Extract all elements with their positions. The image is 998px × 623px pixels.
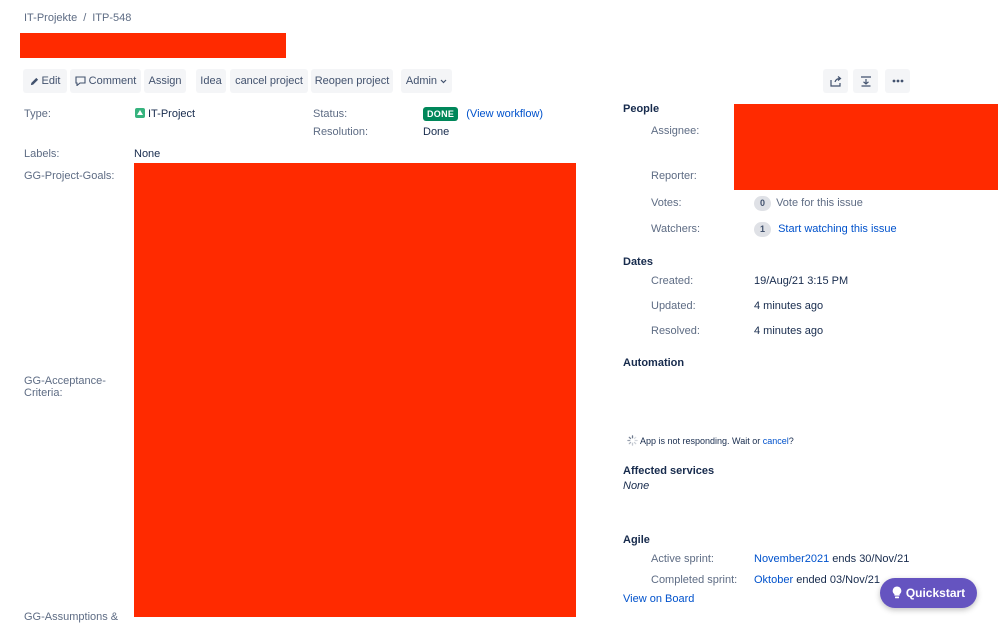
more-actions-button[interactable] bbox=[885, 69, 910, 93]
active-sprint-end: ends 30/Nov/21 bbox=[832, 553, 910, 565]
type-value: IT-Project bbox=[135, 108, 195, 120]
spinner-icon bbox=[627, 435, 638, 448]
votes-value: 0 Vote for this issue bbox=[754, 196, 863, 211]
idea-button[interactable]: Idea bbox=[196, 69, 226, 93]
share-button[interactable] bbox=[823, 69, 848, 93]
breadcrumb-project-link[interactable]: IT-Projekte bbox=[24, 12, 77, 24]
completed-sprint-link[interactable]: Oktober bbox=[754, 574, 793, 586]
acceptance-criteria-line1: GG-Acceptance- bbox=[24, 375, 106, 387]
type-value-text: IT-Project bbox=[148, 108, 196, 120]
quickstart-label: Quickstart bbox=[905, 586, 966, 600]
comment-label: Comment bbox=[88, 75, 137, 87]
breadcrumb-issue-link[interactable]: ITP-548 bbox=[92, 12, 131, 24]
vote-text: Vote for this issue bbox=[776, 197, 863, 209]
view-workflow-link[interactable]: (View workflow) bbox=[466, 108, 543, 120]
chevron-down-icon bbox=[440, 75, 447, 87]
redacted-custom-fields bbox=[134, 163, 576, 617]
labels-value: None bbox=[134, 148, 161, 160]
comment-button[interactable]: Comment bbox=[70, 69, 141, 93]
completed-sprint-end: ended 03/Nov/21 bbox=[796, 574, 880, 586]
redacted-issue-title bbox=[20, 33, 286, 58]
created-label: Created: bbox=[651, 275, 694, 287]
lightbulb-icon bbox=[892, 580, 902, 610]
affected-services-heading: Affected services bbox=[623, 465, 715, 477]
votes-label: Votes: bbox=[651, 197, 682, 209]
assignee-label: Assignee: bbox=[651, 125, 700, 137]
edit-button[interactable]: Edit bbox=[23, 69, 67, 93]
watchers-count-badge: 1 bbox=[754, 222, 771, 237]
labels-label: Labels: bbox=[24, 148, 60, 160]
votes-count-badge: 0 bbox=[754, 196, 771, 211]
quickstart-button[interactable]: Quickstart bbox=[880, 578, 977, 608]
admin-dropdown[interactable]: Admin bbox=[401, 69, 452, 93]
watchers-label: Watchers: bbox=[651, 223, 701, 235]
cancel-project-button[interactable]: cancel project bbox=[230, 69, 308, 93]
resolved-value: 4 minutes ago bbox=[754, 325, 824, 337]
created-value: 19/Aug/21 3:15 PM bbox=[754, 275, 849, 287]
agile-heading: Agile bbox=[623, 534, 650, 546]
admin-label: Admin bbox=[405, 75, 438, 87]
breadcrumb: IT-Projekte / ITP-548 bbox=[24, 12, 131, 24]
type-label: Type: bbox=[24, 108, 51, 120]
breadcrumb-separator: / bbox=[83, 12, 87, 24]
more-icon bbox=[892, 75, 904, 87]
active-sprint-link[interactable]: November2021 bbox=[754, 553, 829, 565]
resolution-value: Done bbox=[423, 126, 450, 138]
automation-suffix: ? bbox=[788, 436, 794, 446]
start-watching-link[interactable]: Start watching this issue bbox=[778, 223, 897, 235]
pencil-icon bbox=[30, 69, 39, 93]
automation-cancel-link[interactable]: cancel bbox=[763, 436, 789, 446]
assumptions-label: GG-Assumptions & bbox=[24, 611, 119, 623]
status-label: Status: bbox=[313, 108, 348, 120]
completed-sprint-label: Completed sprint: bbox=[651, 574, 738, 586]
resolved-label: Resolved: bbox=[651, 325, 700, 337]
people-heading: People bbox=[623, 103, 660, 115]
share-icon bbox=[829, 75, 842, 87]
dates-heading: Dates bbox=[623, 256, 653, 268]
resolution-label: Resolution: bbox=[313, 126, 369, 138]
assign-button[interactable]: Assign bbox=[144, 69, 186, 93]
comment-icon bbox=[75, 69, 86, 93]
active-sprint-label: Active sprint: bbox=[651, 553, 714, 565]
affected-services-value: None bbox=[623, 480, 650, 492]
export-icon bbox=[860, 75, 872, 87]
it-project-type-icon bbox=[135, 108, 145, 118]
watchers-value: 1 Start watching this issue bbox=[754, 222, 897, 237]
active-sprint-value: November2021 ends 30/Nov/21 bbox=[754, 553, 909, 565]
updated-label: Updated: bbox=[651, 300, 696, 312]
acceptance-criteria-line2: Criteria: bbox=[24, 387, 63, 399]
acceptance-criteria-label: GG-Acceptance- Criteria: bbox=[24, 375, 106, 399]
view-on-board-link[interactable]: View on Board bbox=[623, 593, 694, 605]
automation-status: App is not responding. Wait or cancel? bbox=[627, 435, 794, 448]
automation-message: App is not responding. Wait or bbox=[640, 436, 761, 446]
automation-heading: Automation bbox=[623, 357, 685, 369]
reporter-label: Reporter: bbox=[651, 170, 697, 182]
export-button[interactable] bbox=[853, 69, 878, 93]
status-value: DONE (View workflow) bbox=[423, 107, 543, 121]
project-goals-label: GG-Project-Goals: bbox=[24, 170, 115, 182]
redacted-people bbox=[734, 104, 998, 190]
status-lozenge: DONE bbox=[423, 107, 459, 121]
edit-label: Edit bbox=[41, 75, 61, 87]
updated-value: 4 minutes ago bbox=[754, 300, 824, 312]
reopen-project-button[interactable]: Reopen project bbox=[311, 69, 393, 93]
completed-sprint-value: Oktober ended 03/Nov/21 bbox=[754, 574, 880, 586]
